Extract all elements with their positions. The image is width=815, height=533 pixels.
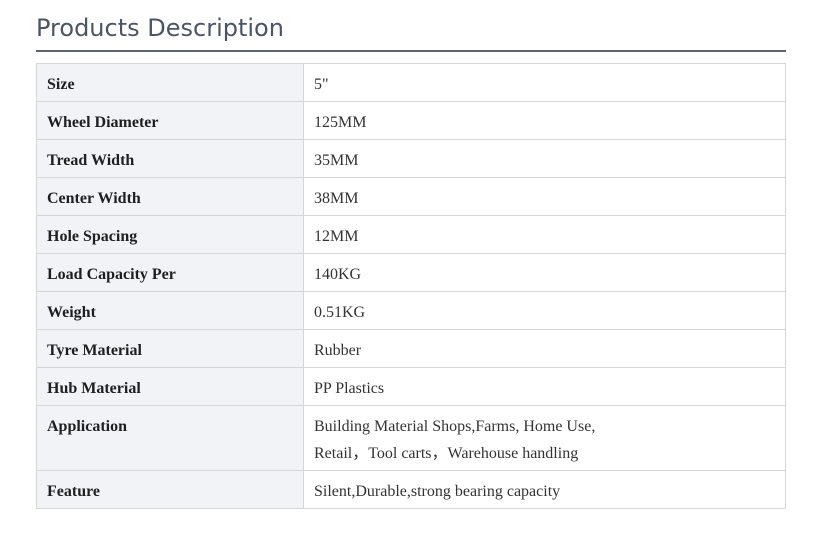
spec-value: 0.51KG [303, 291, 786, 330]
spec-label: Application [36, 405, 304, 471]
spec-value-line: Building Material Shops,Farms, Home Use, [314, 418, 596, 435]
table-row: Load Capacity Per 140KG [36, 253, 786, 292]
spec-value: Building Material Shops,Farms, Home Use,… [303, 405, 786, 471]
spec-value: 140KG [303, 253, 786, 292]
section-title: Products Description [36, 14, 284, 42]
spec-value: 38MM [303, 177, 786, 216]
spec-label: Tread Width [36, 139, 304, 178]
table-row: Feature Silent,Durable,strong bearing ca… [36, 470, 786, 509]
table-row: Wheel Diameter 125MM [36, 101, 786, 140]
spec-label: Hub Material [36, 367, 304, 406]
table-row: Tread Width 35MM [36, 139, 786, 178]
spec-label: Load Capacity Per [36, 253, 304, 292]
spec-label: Hole Spacing [36, 215, 304, 254]
spec-label: Weight [36, 291, 304, 330]
table-row: Application Building Material Shops,Farm… [36, 405, 786, 471]
spec-value-line: Retail，Tool carts，Warehouse handling [314, 445, 579, 462]
table-row: Center Width 38MM [36, 177, 786, 216]
product-spec-table: Size 5" Wheel Diameter 125MM Tread Width… [36, 63, 786, 509]
spec-value: 125MM [303, 101, 786, 140]
spec-value: PP Plastics [303, 367, 786, 406]
spec-label: Size [36, 63, 304, 102]
spec-label: Wheel Diameter [36, 101, 304, 140]
spec-label: Tyre Material [36, 329, 304, 368]
spec-value: 5" [303, 63, 786, 102]
table-row: Size 5" [36, 63, 786, 102]
table-row: Weight 0.51KG [36, 291, 786, 330]
spec-label: Center Width [36, 177, 304, 216]
spec-value: 35MM [303, 139, 786, 178]
table-row: Hole Spacing 12MM [36, 215, 786, 254]
table-row: Hub Material PP Plastics [36, 367, 786, 406]
spec-value: Rubber [303, 329, 786, 368]
title-underline [36, 50, 786, 52]
spec-value: Silent,Durable,strong bearing capacity [303, 470, 786, 509]
spec-label: Feature [36, 470, 304, 509]
table-row: Tyre Material Rubber [36, 329, 786, 368]
spec-value: 12MM [303, 215, 786, 254]
